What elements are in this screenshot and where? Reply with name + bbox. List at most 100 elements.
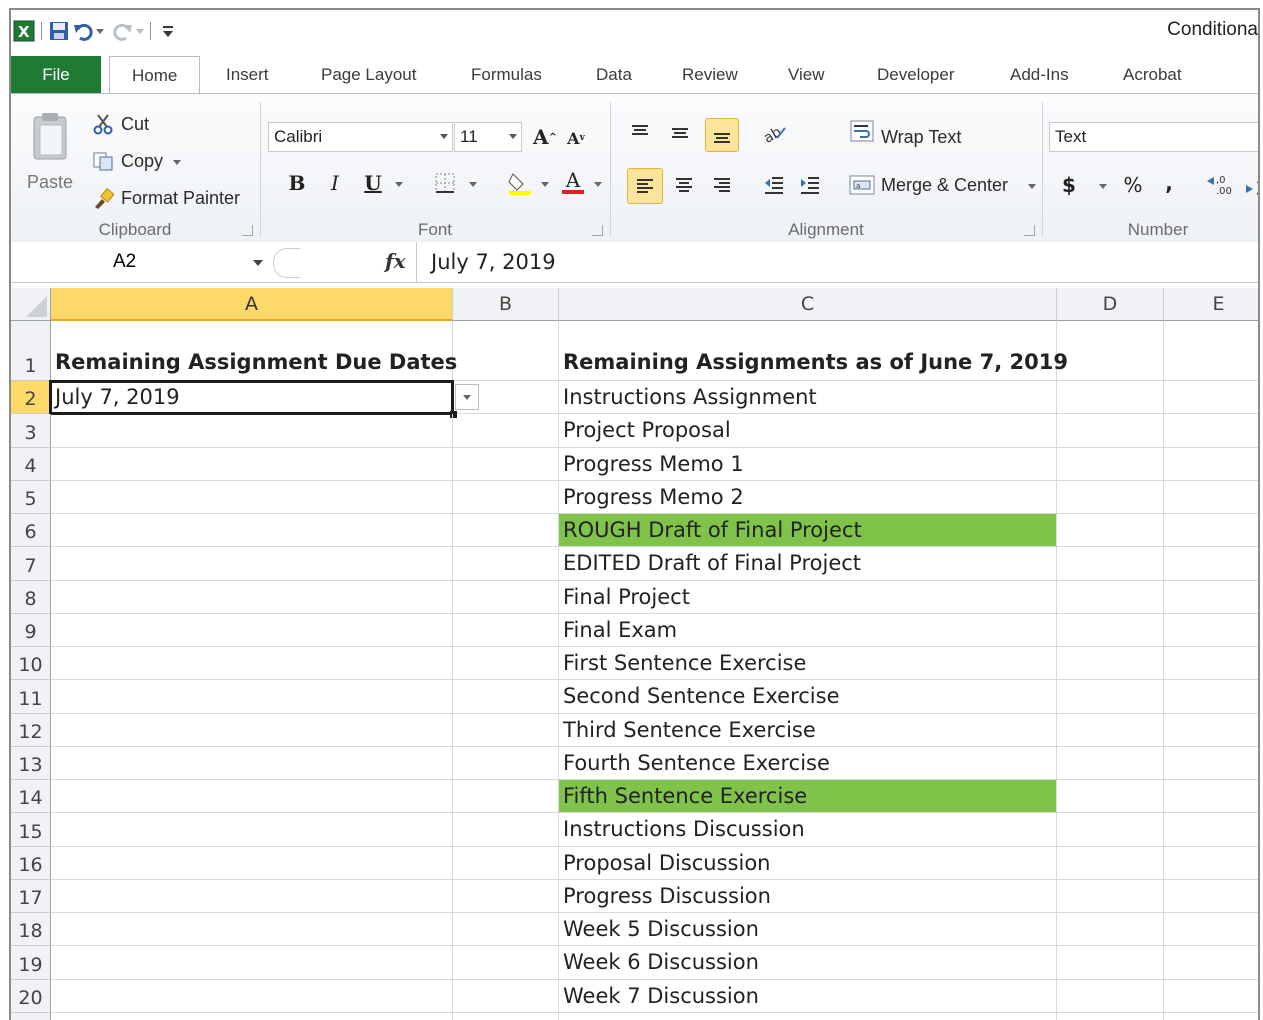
currency-dropdown-icon[interactable]: [1099, 184, 1107, 189]
assignment-list-item[interactable]: Fifth Sentence Exercise: [559, 780, 1057, 814]
cell[interactable]: [51, 480, 453, 514]
cell[interactable]: [1164, 647, 1258, 681]
cell[interactable]: [51, 580, 453, 614]
cell[interactable]: [1164, 481, 1258, 514]
increase-indent-icon[interactable]: [795, 170, 825, 200]
cell[interactable]: [1057, 846, 1164, 880]
assignment-list-item[interactable]: Progress Memo 2: [559, 480, 1057, 514]
font-name-select[interactable]: Calibri: [268, 122, 453, 152]
align-center-icon[interactable]: [669, 170, 699, 200]
row-header[interactable]: 19: [11, 946, 51, 980]
assignment-list-item[interactable]: Instructions Assignment: [559, 381, 1057, 415]
cell[interactable]: [1057, 480, 1164, 514]
align-left-icon[interactable]: [627, 168, 663, 204]
assignment-list-item[interactable]: Project Proposal: [559, 414, 1057, 448]
tab-review[interactable]: Review: [682, 56, 738, 94]
undo-icon[interactable]: [72, 20, 94, 42]
orientation-icon[interactable]: ab: [759, 118, 793, 148]
clipboard-launcher-icon[interactable]: [242, 225, 253, 236]
row-header[interactable]: 1: [11, 321, 51, 381]
cell[interactable]: [1057, 613, 1164, 647]
cell[interactable]: [453, 979, 559, 1013]
data-validation-dropdown-button[interactable]: [455, 384, 479, 410]
borders-icon[interactable]: [431, 168, 459, 198]
cell[interactable]: [453, 414, 559, 448]
cell[interactable]: [1057, 321, 1164, 381]
merge-center-dropdown-icon[interactable]: [1028, 184, 1036, 189]
tab-data[interactable]: Data: [596, 56, 632, 94]
column-header-e[interactable]: E: [1164, 288, 1258, 321]
save-icon[interactable]: [48, 20, 70, 42]
assignment-list-item[interactable]: Final Project: [559, 580, 1057, 614]
formula-input[interactable]: July 7, 2019: [416, 242, 1258, 282]
cell[interactable]: [1057, 813, 1164, 847]
cell[interactable]: [51, 879, 453, 913]
customize-qat-icon[interactable]: [157, 20, 179, 42]
cell[interactable]: [1164, 714, 1258, 747]
assignment-list-item[interactable]: Final Exam: [559, 613, 1057, 647]
select-all-corner[interactable]: [11, 288, 51, 321]
cell[interactable]: [51, 979, 453, 1013]
row-header[interactable]: 21: [11, 1012, 51, 1020]
cell[interactable]: [453, 514, 559, 548]
cell[interactable]: [453, 680, 559, 714]
row-header[interactable]: 14: [11, 780, 51, 814]
paste-icon[interactable]: [25, 106, 75, 166]
row-header[interactable]: 7: [11, 547, 51, 581]
format-painter-icon[interactable]: [91, 186, 115, 210]
assignment-list-item[interactable]: Week 5 Discussion: [559, 913, 1057, 947]
cell[interactable]: [453, 780, 559, 814]
row-header[interactable]: 17: [11, 879, 51, 913]
cell-a1-heading[interactable]: Remaining Assignment Due Dates: [51, 321, 457, 381]
cut-button[interactable]: Cut: [121, 114, 149, 135]
cell[interactable]: [1164, 847, 1258, 880]
formula-bar-resize-handle[interactable]: [273, 248, 300, 278]
cell[interactable]: [1164, 381, 1258, 415]
underline-dropdown-icon[interactable]: [395, 182, 403, 187]
row-header[interactable]: 18: [11, 913, 51, 947]
cell[interactable]: [1057, 580, 1164, 614]
cell[interactable]: [51, 414, 453, 448]
row-header[interactable]: 10: [11, 647, 51, 681]
cell[interactable]: [1164, 913, 1258, 947]
row-header[interactable]: 9: [11, 613, 51, 647]
redo-icon[interactable]: [112, 20, 134, 42]
cell[interactable]: [1057, 647, 1164, 681]
insert-function-button[interactable]: fx: [385, 249, 406, 273]
cell[interactable]: [1057, 746, 1164, 780]
assignment-list-item[interactable]: Week 6 Discussion: [559, 946, 1057, 980]
cell[interactable]: [1057, 381, 1164, 415]
column-header-d[interactable]: D: [1057, 288, 1164, 321]
row-header[interactable]: 20: [11, 979, 51, 1013]
percent-button[interactable]: %: [1119, 170, 1147, 200]
row-header[interactable]: 12: [11, 713, 51, 747]
assignment-list-item[interactable]: Second Sentence Exercise: [559, 680, 1057, 714]
row-header[interactable]: 4: [11, 447, 51, 481]
merge-center-button[interactable]: Merge & Center: [881, 175, 1008, 196]
alignment-launcher-icon[interactable]: [1024, 225, 1035, 236]
row-header[interactable]: 6: [11, 514, 51, 548]
merge-center-icon[interactable]: a: [847, 170, 877, 200]
column-header-b[interactable]: B: [453, 288, 559, 321]
cell[interactable]: [51, 846, 453, 880]
cell[interactable]: [453, 647, 559, 681]
assignment-list-item[interactable]: Instructions Discussion: [559, 813, 1057, 847]
fill-color-dropdown-icon[interactable]: [541, 182, 549, 187]
assignment-list-item[interactable]: Proposal Discussion: [559, 846, 1057, 880]
number-format-select[interactable]: Text: [1049, 122, 1258, 152]
shrink-font-icon[interactable]: Av: [563, 124, 589, 152]
row-header[interactable]: 3: [11, 414, 51, 448]
cell[interactable]: [1057, 713, 1164, 747]
row-header[interactable]: 5: [11, 480, 51, 514]
cell[interactable]: [1164, 414, 1258, 448]
cell[interactable]: [1057, 547, 1164, 581]
copy-dropdown-icon[interactable]: [173, 160, 181, 165]
cell[interactable]: [1164, 980, 1258, 1013]
tab-home[interactable]: Home: [109, 56, 201, 95]
cell[interactable]: [1164, 614, 1258, 647]
cell[interactable]: [453, 580, 559, 614]
copy-icon[interactable]: [91, 149, 115, 173]
decrease-indent-icon[interactable]: [759, 170, 789, 200]
cell[interactable]: [51, 680, 453, 714]
cell[interactable]: [453, 1012, 559, 1020]
